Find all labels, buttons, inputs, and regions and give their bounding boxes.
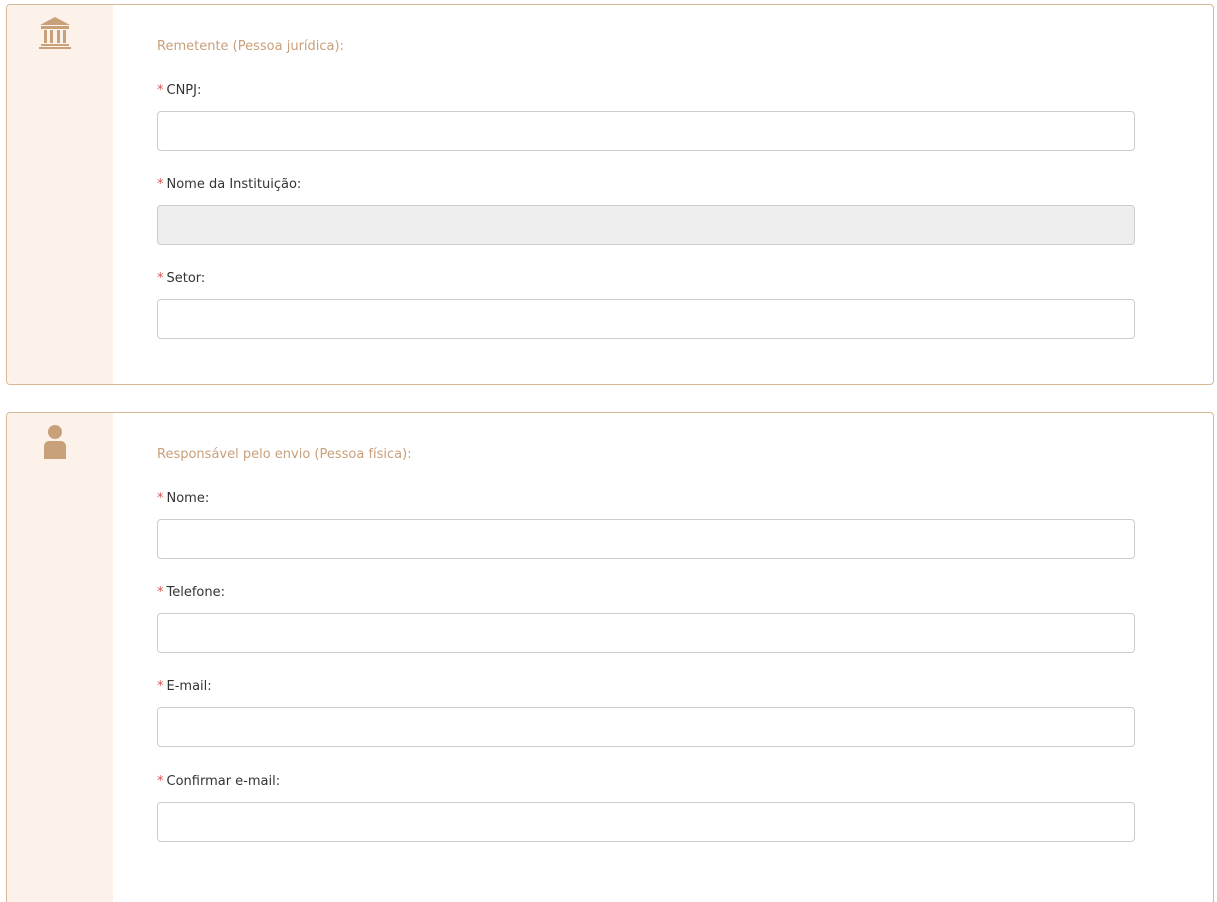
responsavel-panel: Responsável pelo envio (Pessoa física): …: [6, 412, 1214, 902]
nome-instituicao-label: * Nome da Instituição:: [157, 177, 301, 193]
setor-label-text: Setor:: [166, 271, 206, 286]
user-icon: [44, 425, 66, 459]
remetente-sidebar: [7, 5, 113, 384]
setor-input[interactable]: [157, 299, 1135, 339]
required-marker: *: [157, 585, 164, 600]
required-marker: *: [157, 491, 164, 506]
confirmar-email-input[interactable]: [157, 802, 1135, 842]
cnpj-input[interactable]: [157, 111, 1135, 151]
telefone-label: * Telefone:: [157, 585, 225, 601]
confirmar-email-label: * Confirmar e-mail:: [157, 774, 280, 790]
required-marker: *: [157, 177, 164, 192]
confirmar-email-label-text: Confirmar e-mail:: [166, 774, 281, 789]
telefone-input[interactable]: [157, 613, 1135, 653]
nome-label-text: Nome:: [166, 491, 210, 506]
cnpj-label-text: CNPJ:: [166, 83, 202, 98]
required-marker: *: [157, 83, 164, 98]
email-input[interactable]: [157, 707, 1135, 747]
institution-icon: [39, 17, 71, 49]
setor-label: * Setor:: [157, 271, 205, 287]
email-label: * E-mail:: [157, 679, 212, 695]
nome-instituicao-input: [157, 205, 1135, 245]
required-marker: *: [157, 271, 164, 286]
nome-input[interactable]: [157, 519, 1135, 559]
remetente-panel: Remetente (Pessoa jurídica): * CNPJ: * Nom…: [6, 4, 1214, 385]
remetente-section-title: Remetente (Pessoa jurídica):: [157, 39, 344, 54]
responsavel-section-title: Responsável pelo envio (Pessoa física):: [157, 447, 412, 462]
required-marker: *: [157, 679, 164, 694]
cnpj-label: * CNPJ:: [157, 83, 201, 99]
nome-label: * Nome:: [157, 491, 209, 507]
responsavel-sidebar: [7, 413, 113, 902]
telefone-label-text: Telefone:: [166, 585, 226, 600]
email-label-text: E-mail:: [166, 679, 212, 694]
required-marker: *: [157, 774, 164, 789]
nome-instituicao-label-text: Nome da Instituição:: [166, 177, 302, 192]
